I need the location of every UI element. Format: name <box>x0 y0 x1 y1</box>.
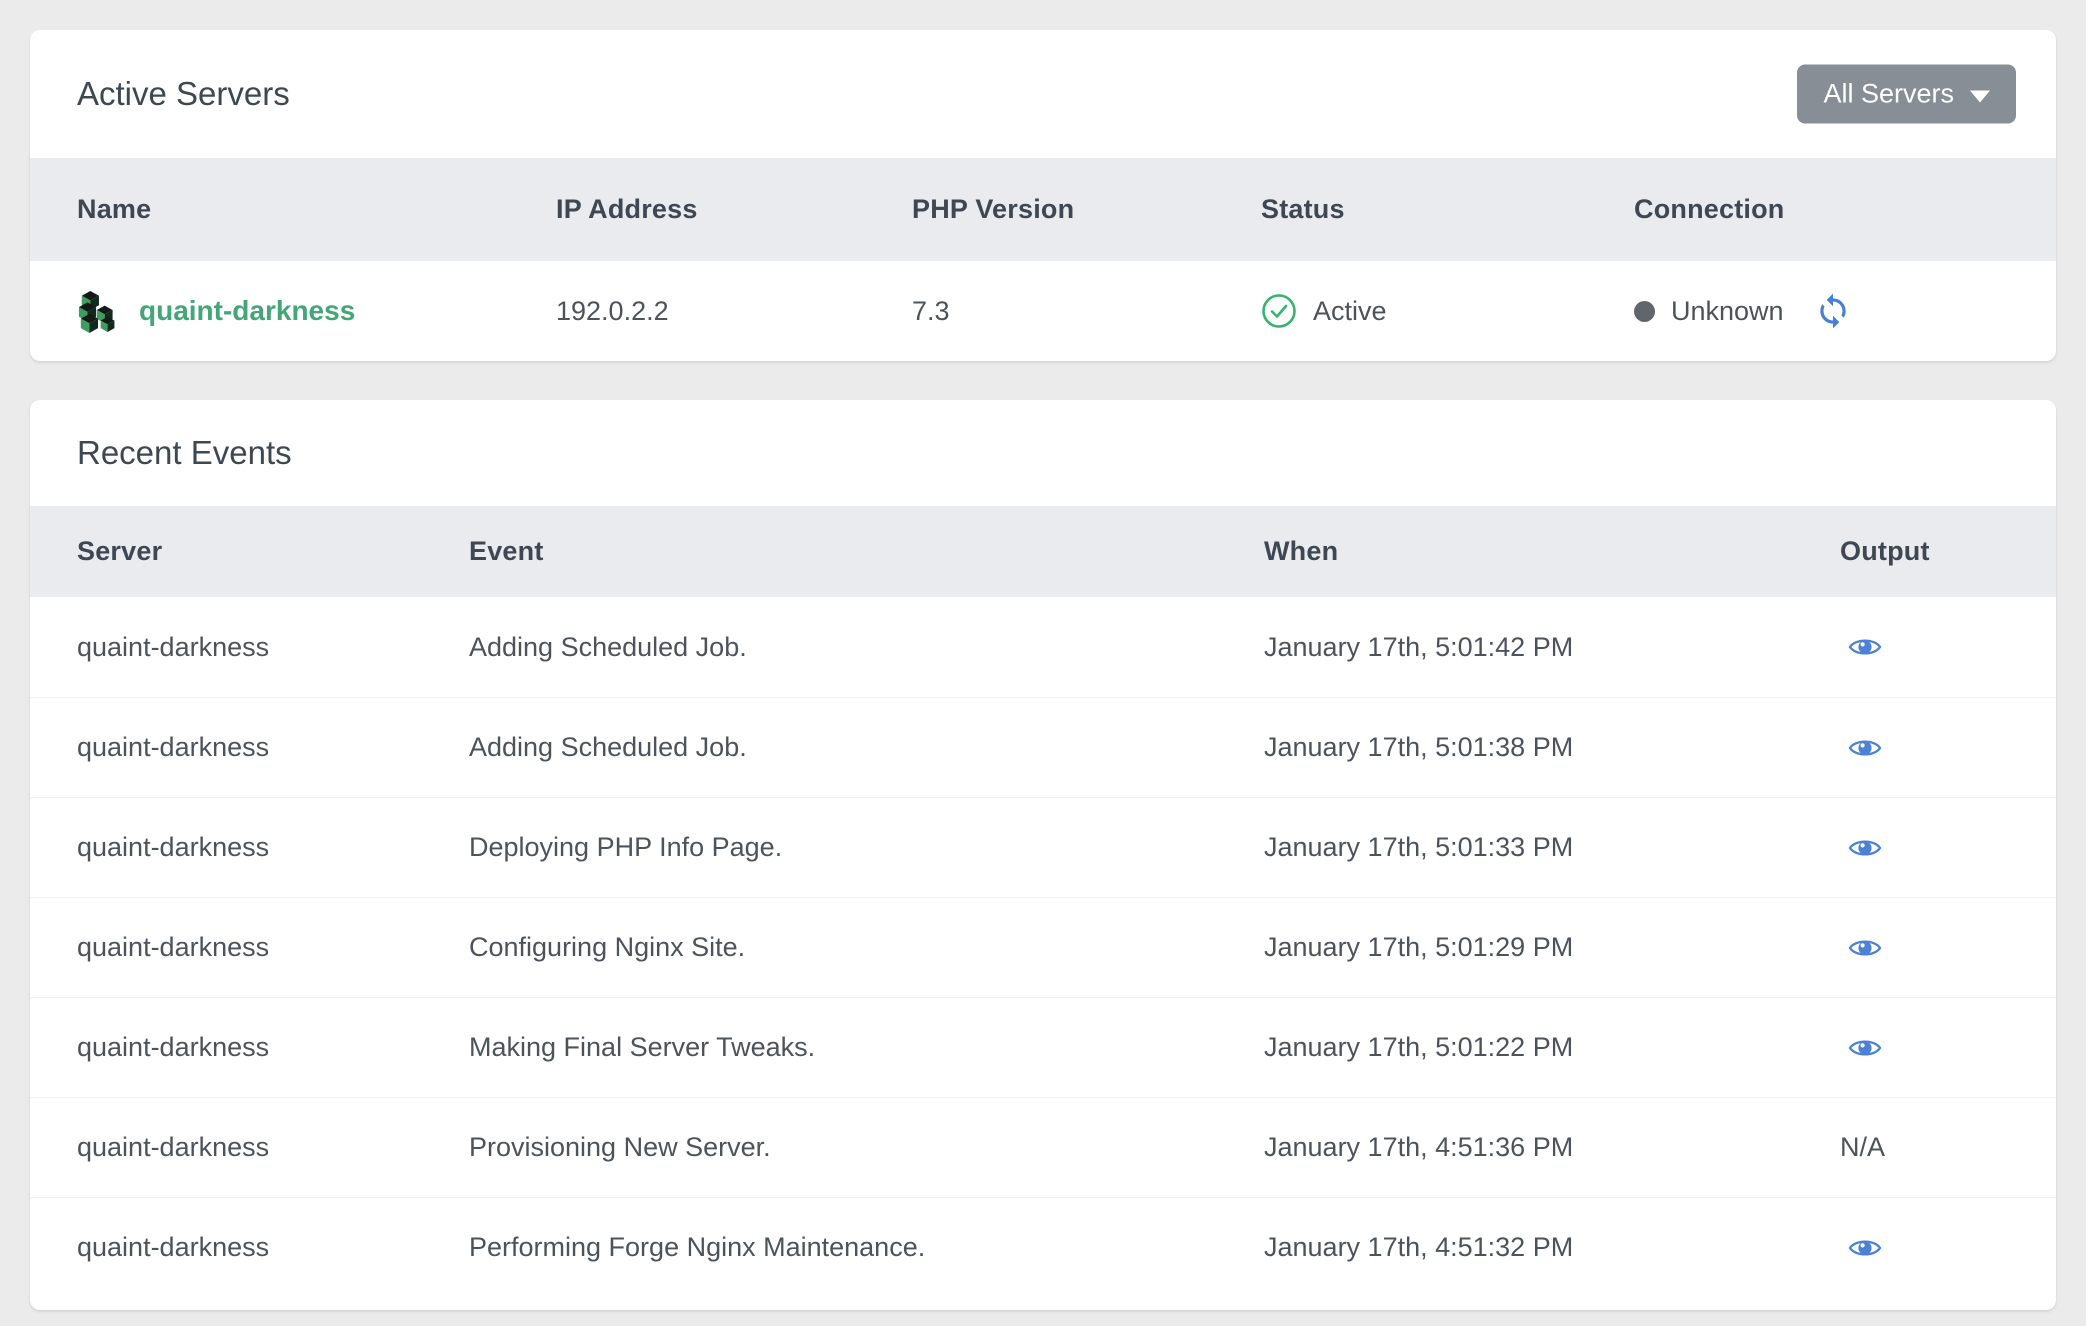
event-server: quaint-darkness <box>30 632 469 663</box>
event-server: quaint-darkness <box>30 1232 469 1263</box>
event-description: Adding Scheduled Job. <box>469 632 1264 663</box>
event-when: January 17th, 5:01:42 PM <box>1264 632 1840 663</box>
event-server: quaint-darkness <box>30 732 469 763</box>
server-connection: Unknown <box>1634 292 2056 330</box>
event-server: quaint-darkness <box>30 1132 469 1163</box>
recent-events-column-header-row: Server Event When Output <box>30 506 2056 597</box>
column-header-name: Name <box>30 194 556 225</box>
server-provider-icon <box>77 287 119 335</box>
column-header-server: Server <box>30 536 469 567</box>
eye-icon <box>1848 736 1882 760</box>
server-status: Active <box>1261 293 1634 329</box>
view-output-button[interactable] <box>1848 1236 1882 1260</box>
view-output-button[interactable] <box>1848 936 1882 960</box>
event-description: Deploying PHP Info Page. <box>469 832 1264 863</box>
recent-events-card: Recent Events Server Event When Output q… <box>30 400 2056 1310</box>
active-status-check-icon <box>1261 293 1297 329</box>
event-row: quaint-darkness Performing Forge Nginx M… <box>30 1197 2056 1297</box>
column-header-ip-address: IP Address <box>556 194 912 225</box>
event-row: quaint-darkness Deploying PHP Info Page.… <box>30 797 2056 897</box>
event-row: quaint-darkness Configuring Nginx Site. … <box>30 897 2056 997</box>
column-header-php-version: PHP Version <box>912 194 1261 225</box>
event-row: quaint-darkness Provisioning New Server.… <box>30 1097 2056 1197</box>
view-output-button[interactable] <box>1848 635 1882 659</box>
refresh-connection-button[interactable] <box>1814 292 1852 330</box>
event-when: January 17th, 4:51:36 PM <box>1264 1132 1840 1163</box>
column-header-when: When <box>1264 536 1840 567</box>
event-row: quaint-darkness Making Final Server Twea… <box>30 997 2056 1097</box>
eye-icon <box>1848 936 1882 960</box>
column-header-status: Status <box>1261 194 1634 225</box>
view-output-button[interactable] <box>1848 736 1882 760</box>
server-php-version: 7.3 <box>912 296 1261 327</box>
event-server: quaint-darkness <box>30 932 469 963</box>
server-row: quaint-darkness 192.0.2.2 7.3 Active Unk… <box>30 261 2056 361</box>
event-row: quaint-darkness Adding Scheduled Job. Ja… <box>30 697 2056 797</box>
event-when: January 17th, 5:01:38 PM <box>1264 732 1840 763</box>
server-name-link[interactable]: quaint-darkness <box>77 287 556 335</box>
server-name: quaint-darkness <box>139 295 355 327</box>
server-ip-address: 192.0.2.2 <box>556 296 912 327</box>
eye-icon <box>1848 635 1882 659</box>
event-description: Adding Scheduled Job. <box>469 732 1264 763</box>
refresh-icon <box>1814 292 1852 330</box>
event-row: quaint-darkness Adding Scheduled Job. Ja… <box>30 597 2056 697</box>
all-servers-filter-button[interactable]: All Servers <box>1797 65 2016 124</box>
eye-icon <box>1848 1236 1882 1260</box>
column-header-connection: Connection <box>1634 194 2056 225</box>
event-description: Provisioning New Server. <box>469 1132 1264 1163</box>
event-description: Performing Forge Nginx Maintenance. <box>469 1232 1264 1263</box>
event-description: Making Final Server Tweaks. <box>469 1032 1264 1063</box>
event-when: January 17th, 5:01:29 PM <box>1264 932 1840 963</box>
eye-icon <box>1848 1036 1882 1060</box>
event-description: Configuring Nginx Site. <box>469 932 1264 963</box>
output-not-available: N/A <box>1840 1132 1885 1162</box>
event-when: January 17th, 5:01:22 PM <box>1264 1032 1840 1063</box>
event-server: quaint-darkness <box>30 1032 469 1063</box>
all-servers-filter-label: All Servers <box>1823 79 1954 110</box>
column-header-output: Output <box>1840 536 2056 567</box>
connection-status-dot-icon <box>1634 301 1655 322</box>
event-when: January 17th, 5:01:33 PM <box>1264 832 1840 863</box>
caret-down-icon <box>1970 90 1990 102</box>
recent-events-header: Recent Events <box>30 400 2056 506</box>
view-output-button[interactable] <box>1848 836 1882 860</box>
server-status-label: Active <box>1313 296 1387 327</box>
column-header-event: Event <box>469 536 1264 567</box>
recent-events-title: Recent Events <box>77 430 2016 476</box>
active-servers-header: Active Servers All Servers <box>30 30 2056 158</box>
event-server: quaint-darkness <box>30 832 469 863</box>
active-servers-column-header-row: Name IP Address PHP Version Status Conne… <box>30 158 2056 261</box>
view-output-button[interactable] <box>1848 1036 1882 1060</box>
eye-icon <box>1848 836 1882 860</box>
active-servers-card: Active Servers All Servers Name IP Addre… <box>30 30 2056 361</box>
event-when: January 17th, 4:51:32 PM <box>1264 1232 1840 1263</box>
active-servers-title: Active Servers <box>77 71 2016 117</box>
server-connection-label: Unknown <box>1671 296 1784 327</box>
dashboard: Active Servers All Servers Name IP Addre… <box>0 0 2086 1310</box>
